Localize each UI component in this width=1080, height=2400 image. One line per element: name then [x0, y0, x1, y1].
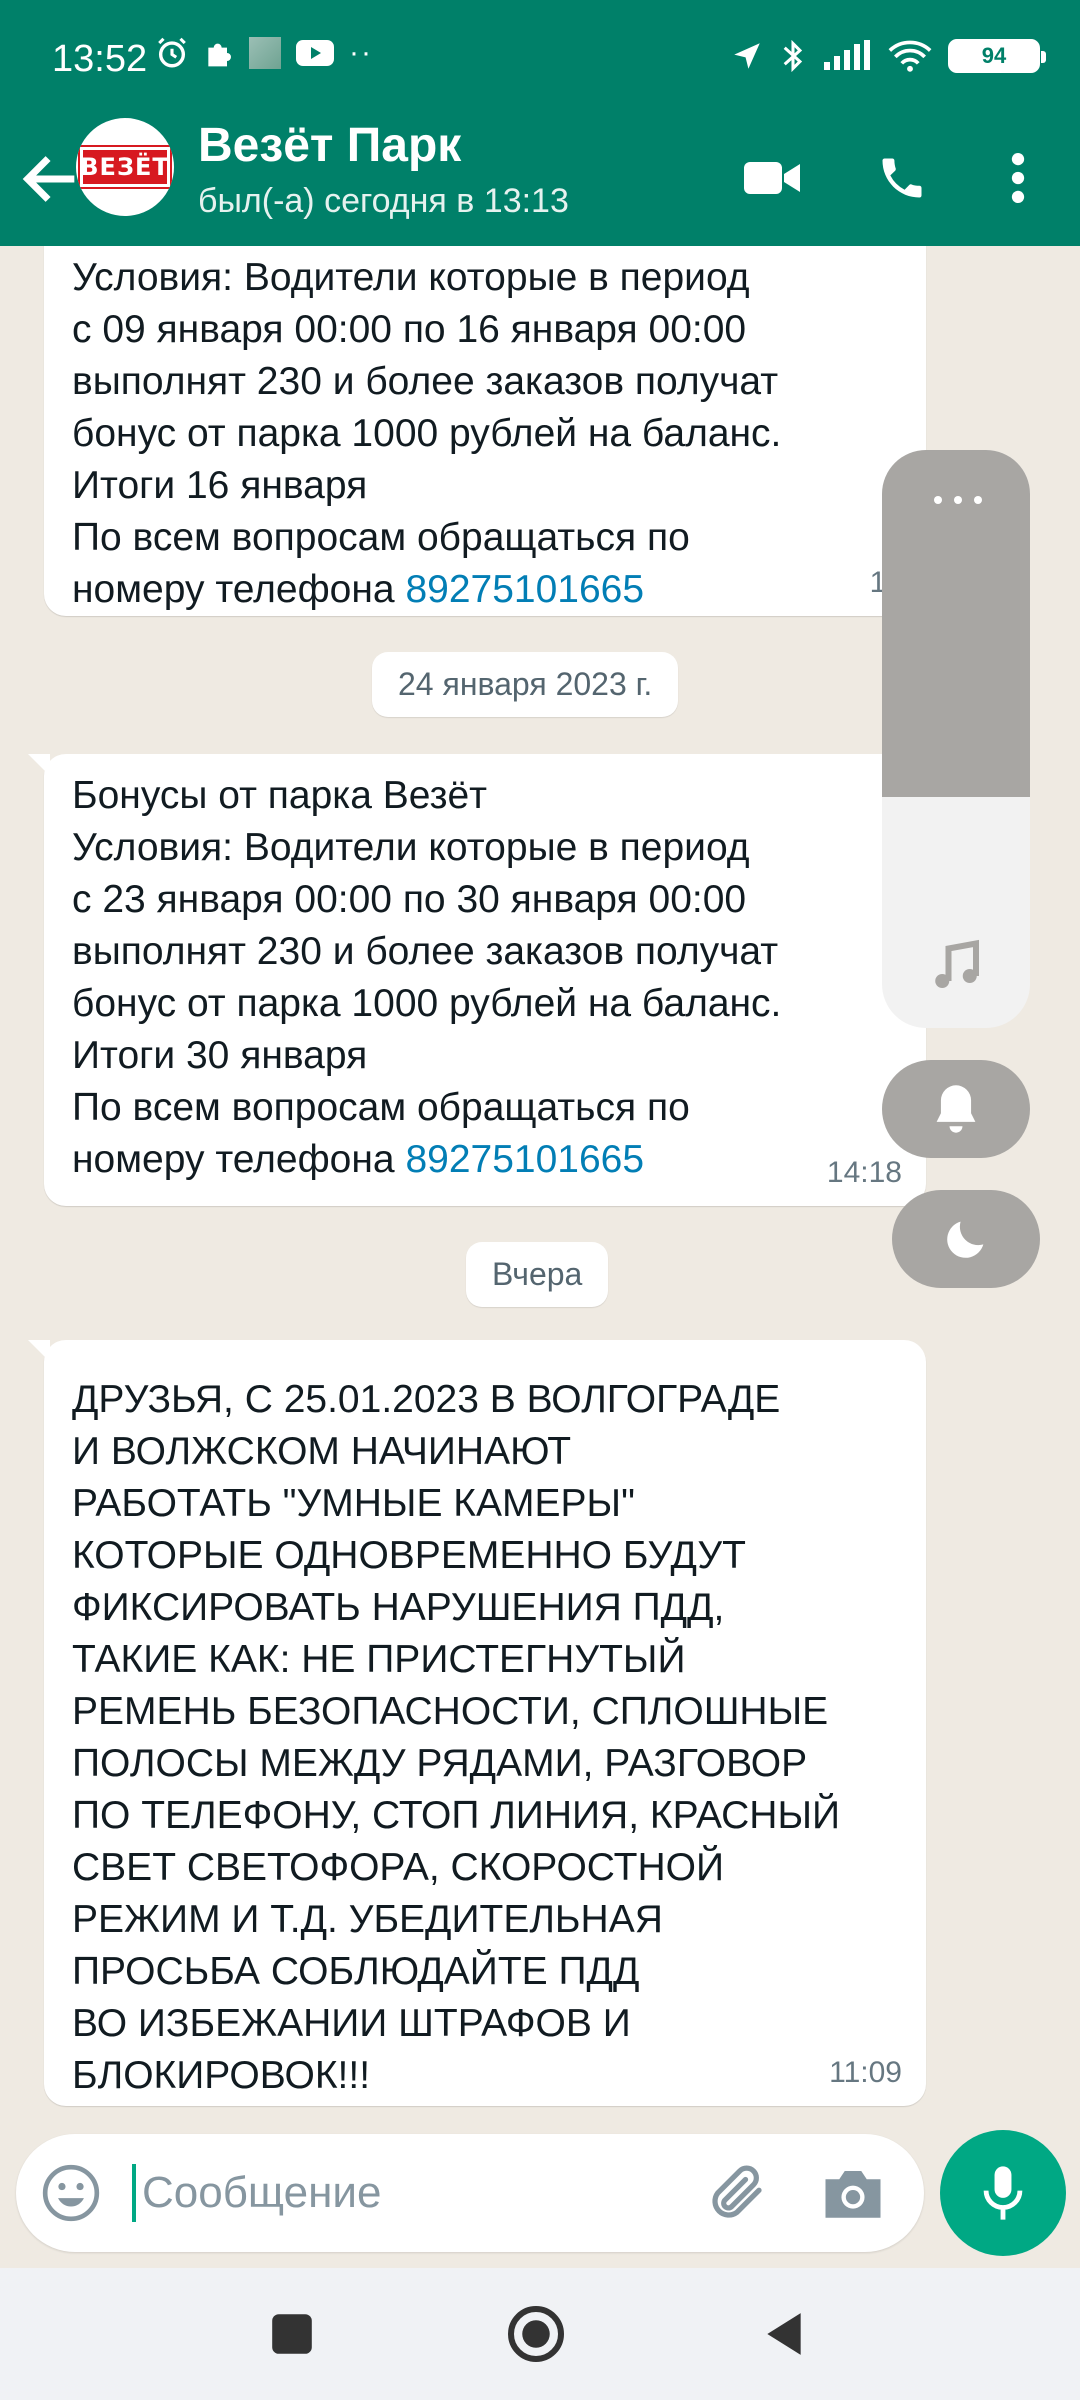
more-dots-icon[interactable] — [934, 496, 982, 506]
message-line: бонус от парка 1000 рублей на баланс. — [72, 982, 782, 1025]
bluetooth-icon — [783, 39, 803, 73]
bubble-tail — [28, 754, 50, 776]
battery-level: 94 — [981, 43, 1007, 68]
message-bubble[interactable]: Бонусы от парка Везёт Условия: Водители … — [28, 754, 926, 1206]
voice-record-button[interactable] — [940, 2130, 1066, 2256]
video-call-button[interactable] — [732, 138, 812, 218]
message-line: Итоги 30 января — [72, 1034, 368, 1077]
date-chip: 24 января 2023 г. — [372, 652, 679, 717]
phone-icon — [882, 158, 922, 198]
status-icons-right: 94 — [730, 38, 1046, 74]
message-line: ПО ТЕЛЕФОНУ, СТОП ЛИНИЯ, КРАСНЫЙ — [72, 1794, 841, 1837]
message-text: номеру телефона — [72, 1138, 406, 1181]
back-triangle-icon — [767, 2313, 801, 2355]
status-icons-left: ·· — [155, 36, 373, 70]
message-line: номеру телефона 89275101665 — [72, 1134, 898, 1186]
message-composer — [16, 2134, 924, 2252]
back-arrow-icon — [22, 156, 75, 202]
system-nav-bar — [0, 2268, 1080, 2400]
more-options-button[interactable] — [978, 138, 1058, 218]
battery-icon: 94 — [948, 39, 1046, 73]
text-cursor — [132, 2164, 136, 2222]
wifi-icon — [888, 40, 932, 72]
chat-header: 13:52 ·· 94 ВЕЗЁТ Везёт Парк был(-а) сег… — [0, 0, 1080, 246]
message-line: Итоги 16 января — [72, 464, 368, 507]
phone-link[interactable]: 89275101665 — [405, 1138, 644, 1181]
ring-mode-button[interactable] — [882, 1060, 1030, 1158]
chat-title[interactable]: Везёт Парк — [198, 118, 461, 173]
date-chip: Вчера — [466, 1242, 609, 1307]
home-button[interactable] — [500, 2298, 572, 2370]
phone-link[interactable]: 89275101665 — [405, 568, 644, 611]
location-icon — [734, 43, 760, 69]
youtube-icon — [296, 40, 334, 66]
puzzle-icon — [208, 43, 231, 67]
message-bubble[interactable]: Условия: Водители которые в период с 09 … — [44, 246, 928, 616]
dnd-button[interactable] — [892, 1190, 1040, 1288]
message-line: Условия: Водители которые в период — [72, 256, 750, 299]
message-line: выполнят 230 и более заказов получат — [72, 360, 779, 403]
message-line: КОТОРЫЕ ОДНОВРЕМЕННО БУДУТ — [72, 1534, 747, 1577]
message-line: СВЕТ СВЕТОФОРА, СКОРОСТНОЙ — [72, 1846, 725, 1889]
recents-button[interactable] — [256, 2298, 328, 2370]
status-bar: 13:52 ·· 94 — [0, 0, 1080, 120]
back-button[interactable] — [16, 144, 86, 214]
message-line: бонус от парка 1000 рублей на баланс. — [72, 412, 782, 455]
avatar-logo: ВЕЗЁТ — [78, 145, 172, 189]
message-line: ВО ИЗБЕЖАНИИ ШТРАФОВ И — [72, 2002, 631, 2045]
message-line: ТАКИЕ КАК: НЕ ПРИСТЕГНУТЫЙ — [72, 1638, 686, 1681]
message-line: с 09 января 00:00 по 16 января 00:00 — [72, 308, 747, 351]
more-dots-icon: ·· — [349, 36, 373, 69]
message-line: И ВОЛЖСКОМ НАЧИНАЮТ — [72, 1430, 572, 1473]
message-text: номеру телефона — [72, 568, 406, 611]
alarm-icon — [158, 37, 186, 68]
camera-icon[interactable] — [820, 2162, 886, 2224]
message-line: РАБОТАТЬ "УМНЫЕ КАМЕРЫ" — [72, 1482, 635, 1525]
voice-call-button[interactable] — [862, 138, 942, 218]
message-line: ДРУЗЬЯ, С 25.01.2023 В ВОЛГОГРАДЕ — [72, 1378, 781, 1421]
message-line: По всем вопросам обращаться по — [72, 1086, 690, 1129]
bell-icon — [936, 1085, 976, 1133]
message-line: РЕЖИМ И Т.Д. УБЕДИТЕЛЬНАЯ — [72, 1898, 663, 1941]
message-line: Бонусы от парка Везёт — [72, 774, 488, 817]
mic-icon — [983, 2166, 1023, 2220]
home-circle-icon — [508, 2306, 564, 2362]
message-line: с 23 января 00:00 по 30 января 00:00 — [72, 878, 747, 921]
message-bubble[interactable]: ДРУЗЬЯ, С 25.01.2023 В ВОЛГОГРАДЕ И ВОЛЖ… — [28, 1340, 926, 2106]
message-line: ПРОСЬБА СОБЛЮДАЙТЕ ПДД — [72, 1950, 640, 1993]
signal-icon — [824, 40, 870, 70]
bubble-tail — [28, 1340, 50, 1362]
message-line: выполнят 230 и более заказов получат — [72, 930, 779, 973]
message-line: БЛОКИРОВОК!!! — [72, 2054, 371, 2097]
attach-icon[interactable] — [704, 2160, 770, 2226]
app-bar: ВЕЗЁТ Везёт Парк был(-а) сегодня в 13:13 — [0, 118, 1080, 246]
status-time: 13:52 — [52, 38, 148, 80]
blurred-app-icon — [249, 37, 281, 69]
message-line: ФИКСИРОВАТЬ НАРУШЕНИЯ ПДД, — [72, 1586, 725, 1629]
volume-slider[interactable] — [882, 450, 1030, 1028]
last-seen-status: был(-а) сегодня в 13:13 — [198, 182, 569, 220]
message-line: ПОЛОСЫ МЕЖДУ РЯДАМИ, РАЗГОВОР — [72, 1742, 808, 1785]
moon-icon — [947, 1221, 984, 1258]
nav-back-button[interactable] — [748, 2298, 820, 2370]
recents-square-icon — [272, 2314, 312, 2354]
more-vert-icon — [1011, 152, 1025, 204]
message-line: Условия: Водители которые в период — [72, 826, 750, 869]
music-note-icon — [935, 939, 979, 988]
message-time: 14:18 — [826, 1156, 902, 1189]
message-time: 11:09 — [829, 2056, 902, 2089]
message-input[interactable] — [142, 2162, 662, 2224]
video-call-icon — [744, 162, 800, 194]
message-line: номеру телефона 89275101665 — [72, 564, 898, 616]
message-line: По всем вопросам обращаться по — [72, 516, 690, 559]
emoji-icon[interactable] — [40, 2162, 102, 2224]
message-line: РЕМЕНЬ БЕЗОПАСНОСТИ, СПЛОШНЫЕ — [72, 1690, 829, 1733]
avatar[interactable]: ВЕЗЁТ — [76, 118, 174, 216]
